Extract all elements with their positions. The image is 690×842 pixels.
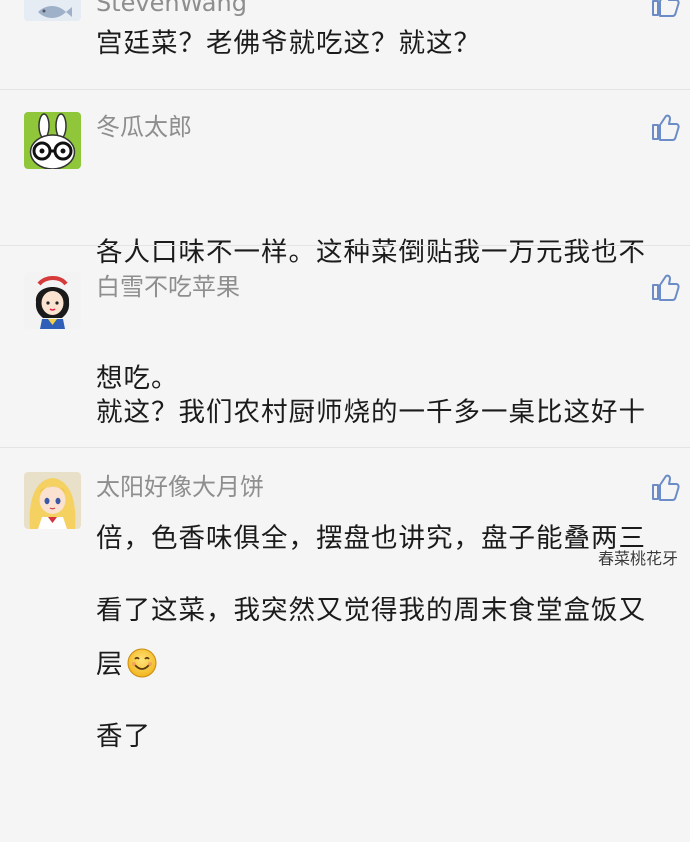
like-button[interactable] xyxy=(650,472,680,502)
like-button[interactable] xyxy=(650,272,680,302)
avatar[interactable] xyxy=(24,472,81,529)
thumbs-up-icon xyxy=(652,114,680,141)
comment-username[interactable]: 白雪不吃苹果 xyxy=(96,272,240,302)
avatar[interactable] xyxy=(24,0,81,21)
watermark: 春菜桃花牙 xyxy=(597,549,678,568)
comment-text-line: 香了 xyxy=(96,721,151,752)
fish-avatar-icon xyxy=(24,0,81,21)
like-button[interactable] xyxy=(650,0,680,18)
comment-username[interactable]: StevenWang xyxy=(96,0,247,18)
bunny-glasses-avatar-icon xyxy=(24,112,81,169)
comment-text-line: 各人口味不一样。这种菜倒贴我一万元我也不 xyxy=(96,237,646,268)
divider xyxy=(0,89,690,90)
comment-username[interactable]: 冬瓜太郎 xyxy=(96,112,192,142)
comment-username[interactable]: 太阳好像大月饼 xyxy=(96,472,264,502)
sailor-moon-avatar-icon xyxy=(24,472,81,529)
thumbs-up-icon xyxy=(652,0,680,17)
thumbs-up-icon xyxy=(652,474,680,501)
comment-text-line: 就这？我们农村厨师烧的一千多一桌比这好十 xyxy=(96,397,646,428)
comment-text: 宫廷菜？老佛爷就吃这？就这？ xyxy=(96,28,481,59)
divider xyxy=(0,447,690,448)
avatar[interactable] xyxy=(24,272,81,329)
comment-text: 看了这菜，我突然又觉得我的周末食堂盒饭又 香了 xyxy=(96,506,676,842)
snow-white-avatar-icon xyxy=(24,272,81,329)
avatar[interactable] xyxy=(24,112,81,169)
divider xyxy=(0,245,690,246)
comment-text-line: 看了这菜，我突然又觉得我的周末食堂盒饭又 xyxy=(96,595,646,626)
like-button[interactable] xyxy=(650,112,680,142)
thumbs-up-icon xyxy=(652,274,680,301)
